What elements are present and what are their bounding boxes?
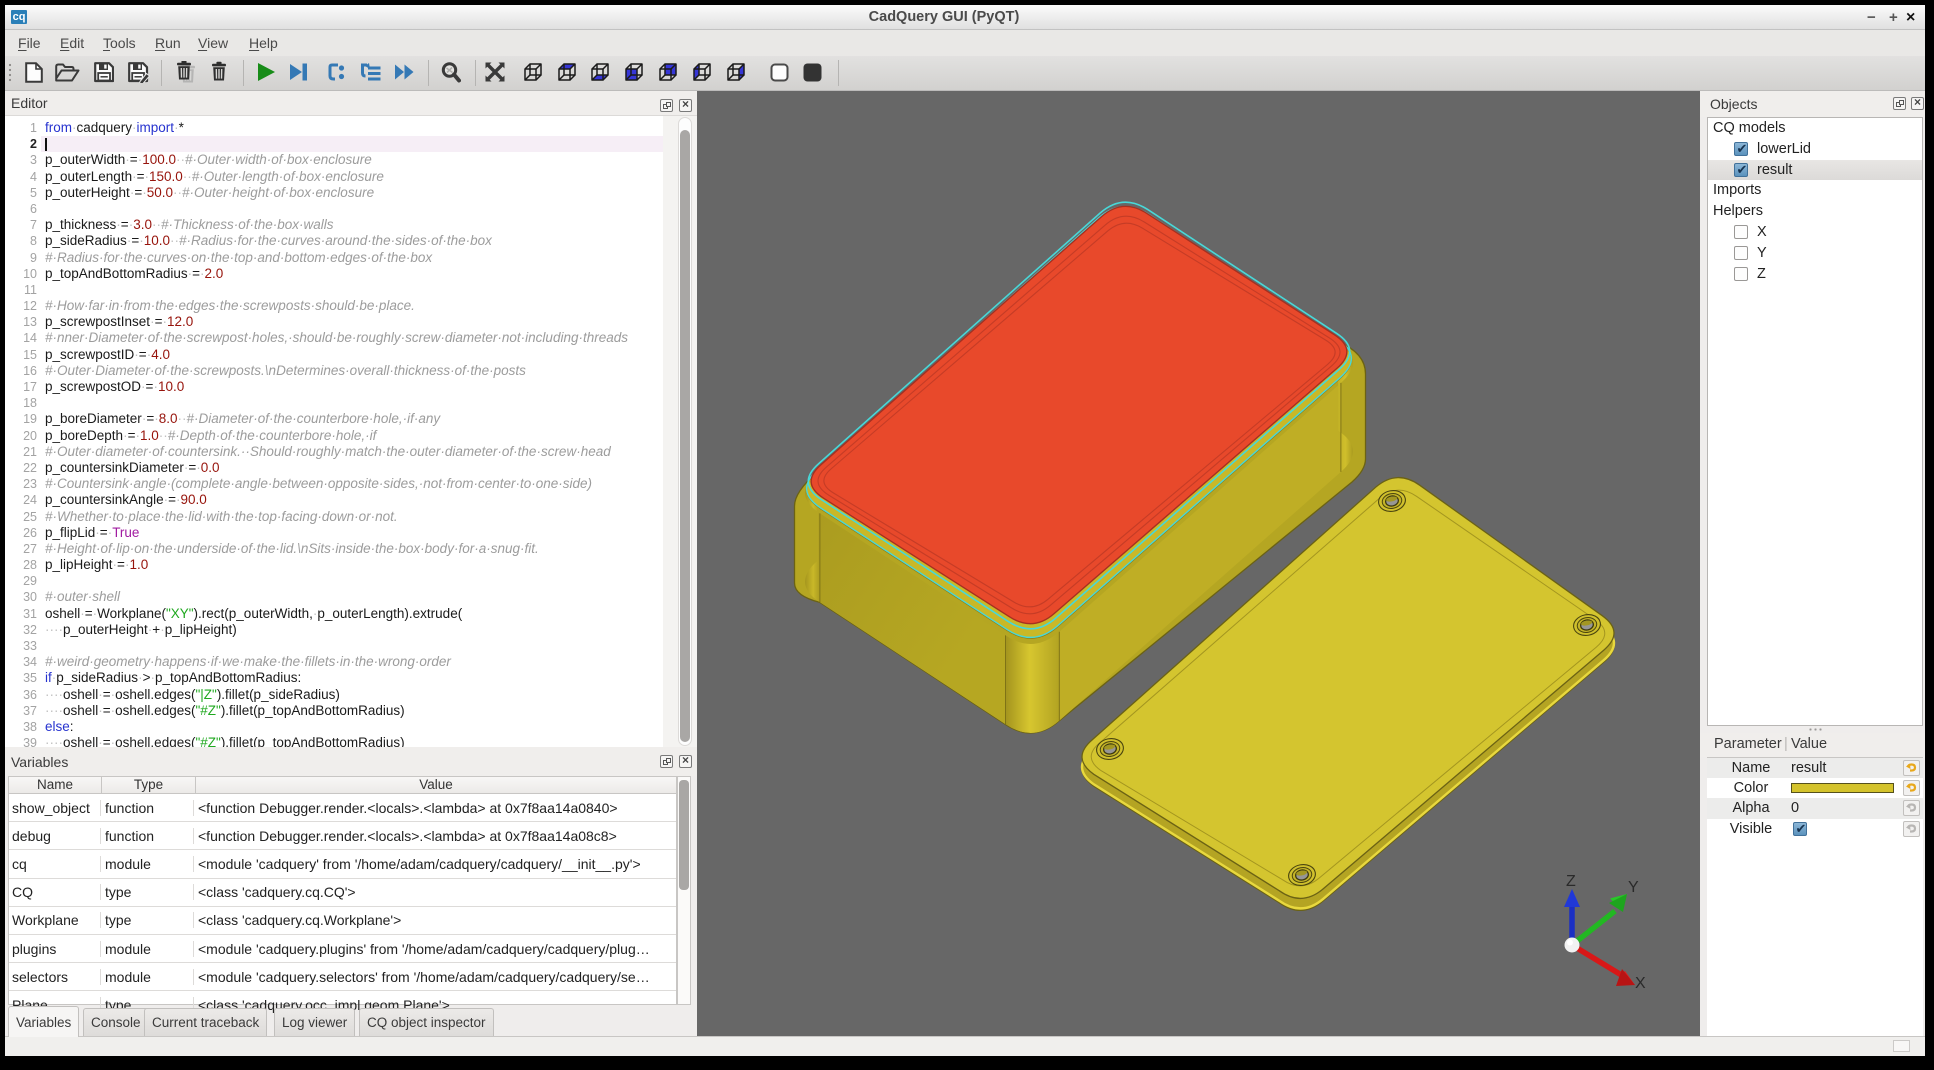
svg-text:X: X (1635, 975, 1646, 992)
svg-text:Z: Z (1566, 873, 1576, 890)
svg-text:Y: Y (1628, 879, 1639, 896)
